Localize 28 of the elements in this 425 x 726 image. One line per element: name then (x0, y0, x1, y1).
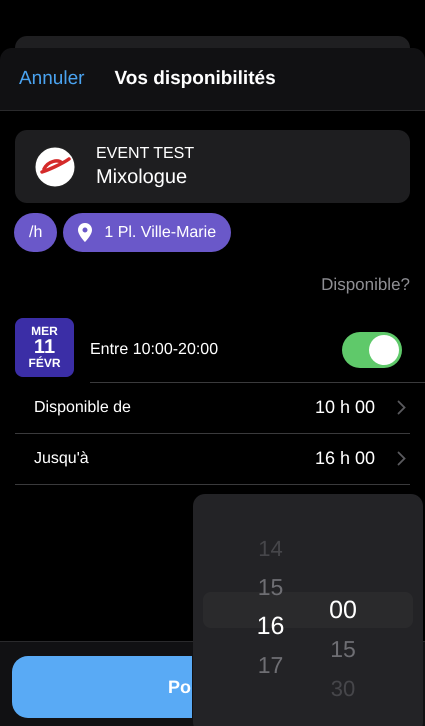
availability-heading: Disponible? (321, 274, 410, 296)
availability-toggle[interactable] (342, 332, 402, 368)
cancel-button[interactable]: Annuler (19, 64, 84, 94)
row-label: Disponible de (34, 398, 132, 418)
event-name: EVENT TEST (96, 144, 194, 164)
info-chip: /h (14, 213, 58, 252)
location-pin-icon (78, 223, 92, 242)
picker-option[interactable]: 15 (330, 630, 356, 669)
time-range: Entre 10:00-20:00 (90, 340, 218, 360)
info-chip: 1 Pl. Ville-Marie (63, 213, 232, 252)
picker-option[interactable]: 00 (329, 591, 357, 630)
event-role: Mixologue (96, 164, 188, 190)
picker-option[interactable]: 15 (258, 568, 284, 607)
date-weekday: MER (31, 325, 58, 337)
sheet-title: Vos disponibilités (114, 66, 276, 91)
picker-option[interactable]: 16 (256, 607, 284, 646)
time-row[interactable]: Disponible de 10 h 00 (15, 382, 410, 434)
chevron-icon (397, 451, 406, 466)
row-label: Jusqu'à (34, 448, 90, 468)
row-value: 16 h 00 (314, 447, 375, 470)
picker-option[interactable]: 17 (258, 646, 284, 685)
chevron-icon (397, 400, 406, 415)
date-day: 11 (34, 337, 56, 357)
time-row[interactable]: Jusqu'à 16 h 00 (15, 434, 410, 484)
submit-button[interactable]: Po (12, 656, 192, 718)
date-month: FÉVR (28, 357, 60, 369)
logo-icon (34, 146, 76, 188)
row-value: 10 h 00 (314, 396, 375, 419)
